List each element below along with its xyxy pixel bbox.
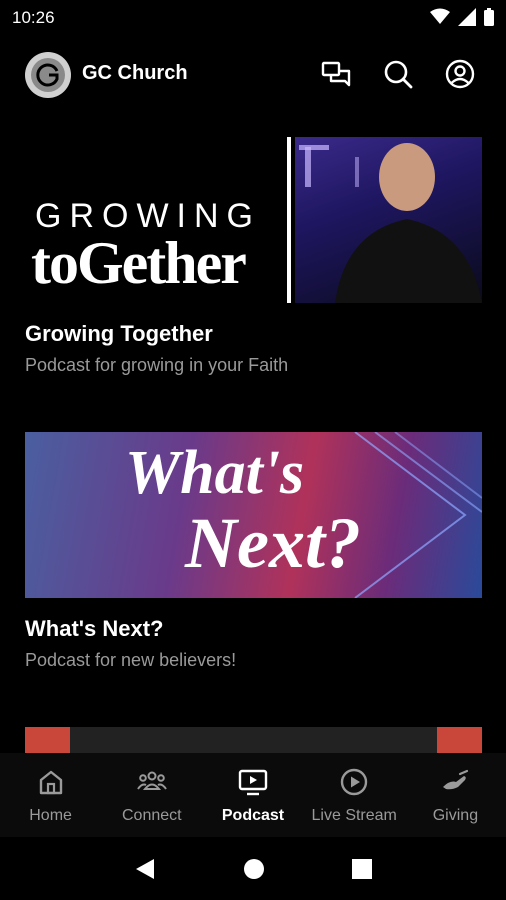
play-circle-icon <box>341 768 368 796</box>
app-bar-actions <box>320 58 476 90</box>
status-icons <box>430 8 494 26</box>
host-photo <box>295 137 482 303</box>
podcast-artwork[interactable] <box>25 727 482 753</box>
nav-home[interactable]: Home <box>0 753 101 837</box>
home-circle-icon[interactable] <box>243 858 265 880</box>
nav-connect[interactable]: Connect <box>101 753 202 837</box>
status-time: 10:26 <box>12 8 55 27</box>
podcast-title[interactable]: Growing Together <box>25 321 482 347</box>
artwork-divider <box>287 137 291 303</box>
podcast-description: Podcast for growing in your Faith <box>25 355 289 375</box>
artwork-block <box>25 727 70 753</box>
status-bar: 10:26 <box>0 0 506 36</box>
wifi-icon <box>430 8 450 24</box>
system-navigation <box>0 837 506 900</box>
battery-icon <box>484 8 494 26</box>
tv-play-icon <box>238 769 268 796</box>
people-icon <box>136 771 167 790</box>
artwork-text: toGether <box>31 230 247 296</box>
home-icon <box>39 770 62 795</box>
nav-live-stream[interactable]: Live Stream <box>304 753 405 837</box>
bottom-navigation: Home Connect Podcast Live Stream Giving <box>0 753 506 837</box>
chat-icon[interactable] <box>320 58 352 90</box>
podcast-card-third[interactable] <box>25 727 482 753</box>
podcast-list[interactable]: GROWING toGether Growing Together Podcas… <box>0 137 506 753</box>
account-icon[interactable] <box>444 58 476 90</box>
host-silhouette-icon <box>299 143 482 303</box>
nav-label: Home <box>29 807 72 824</box>
nav-label: Connect <box>122 807 182 824</box>
podcast-artwork[interactable]: What's Next? <box>25 432 482 598</box>
artwork-block <box>437 727 482 753</box>
nav-label: Podcast <box>221 807 285 824</box>
hand-icon <box>443 769 469 790</box>
artwork-text: Next? <box>185 503 361 583</box>
podcast-card-whats-next[interactable]: What's Next? What's Next? Podcast for ne… <box>25 432 482 671</box>
podcast-description: Podcast for new believers! <box>25 650 237 670</box>
back-icon[interactable] <box>134 857 156 881</box>
app-title: GC Church <box>82 62 188 84</box>
search-icon[interactable] <box>382 58 414 90</box>
nav-podcast[interactable]: Podcast <box>202 753 303 837</box>
app-bar: GC Church <box>0 48 506 104</box>
nav-label: Giving <box>432 807 479 824</box>
nav-label: Live Stream <box>311 807 397 824</box>
artwork-text: What's <box>125 439 305 507</box>
recents-icon[interactable] <box>352 858 373 879</box>
church-logo[interactable] <box>25 52 71 98</box>
podcast-card-growing-together[interactable]: GROWING toGether Growing Together Podcas… <box>25 137 482 376</box>
gc-logo-icon <box>36 63 59 87</box>
podcast-title[interactable]: What's Next? <box>25 616 482 642</box>
podcast-artwork[interactable]: GROWING toGether <box>25 137 482 303</box>
nav-giving[interactable]: Giving <box>405 753 506 837</box>
signal-icon <box>458 8 476 26</box>
